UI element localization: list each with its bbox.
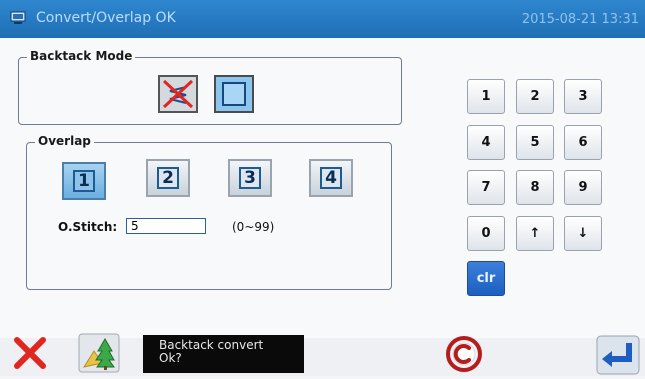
datetime-display: 2015-08-21 13:31 xyxy=(521,12,639,27)
copy-button[interactable] xyxy=(444,334,484,374)
key-3[interactable]: 3 xyxy=(564,79,602,114)
key-2[interactable]: 2 xyxy=(516,79,554,114)
key-1[interactable]: 1 xyxy=(467,79,505,114)
overlap-option-4-label: 4 xyxy=(320,167,342,189)
backtack-mode-label: Backtack Mode xyxy=(27,49,136,63)
key-up[interactable]: ↑ xyxy=(516,216,554,251)
clear-button[interactable]: clr xyxy=(467,261,505,296)
backtack-mode-group: Backtack Mode xyxy=(18,49,402,125)
overlap-option-4[interactable]: 4 xyxy=(309,159,353,197)
key-8[interactable]: 8 xyxy=(516,170,554,205)
machine-icon xyxy=(10,11,26,24)
overlap-option-1-label: 1 xyxy=(73,170,95,192)
key-0[interactable]: 0 xyxy=(467,216,505,251)
backtack-off-button[interactable] xyxy=(158,75,198,113)
status-message: Backtack convert Ok? xyxy=(143,335,304,373)
overlap-option-2-label: 2 xyxy=(157,167,179,189)
copyright-c-icon xyxy=(446,336,482,372)
overlap-stitch-range: (0~99) xyxy=(232,220,275,234)
key-4[interactable]: 4 xyxy=(467,125,505,160)
overlap-label: Overlap xyxy=(35,134,94,148)
enter-arrow-icon xyxy=(596,335,640,375)
overlap-stitch-input[interactable]: 5 xyxy=(126,218,206,234)
enter-button[interactable] xyxy=(596,335,640,375)
overlap-option-1[interactable]: 1 xyxy=(62,162,106,200)
key-7[interactable]: 7 xyxy=(467,170,505,205)
overlap-option-3[interactable]: 3 xyxy=(228,159,272,197)
key-down[interactable]: ↓ xyxy=(564,216,602,251)
pattern-view-button[interactable] xyxy=(78,333,120,373)
backtack-convert-button[interactable] xyxy=(214,75,254,113)
close-icon xyxy=(14,337,46,369)
overlap-option-3-label: 3 xyxy=(239,167,261,189)
title-bar: Convert/Overlap OK 2015-08-21 13:31 xyxy=(0,0,645,38)
window-title: Convert/Overlap OK xyxy=(36,10,176,26)
backtack-disabled-icon xyxy=(160,77,196,111)
key-5[interactable]: 5 xyxy=(516,125,554,160)
backtack-convert-icon xyxy=(216,77,252,111)
cancel-button[interactable] xyxy=(10,333,50,373)
status-message-line2: Ok? xyxy=(159,351,182,365)
tree-icon xyxy=(78,333,120,373)
key-9[interactable]: 9 xyxy=(564,170,602,205)
overlap-stitch-label: O.Stitch: xyxy=(58,220,118,234)
overlap-option-2[interactable]: 2 xyxy=(146,159,190,197)
key-6[interactable]: 6 xyxy=(564,125,602,160)
